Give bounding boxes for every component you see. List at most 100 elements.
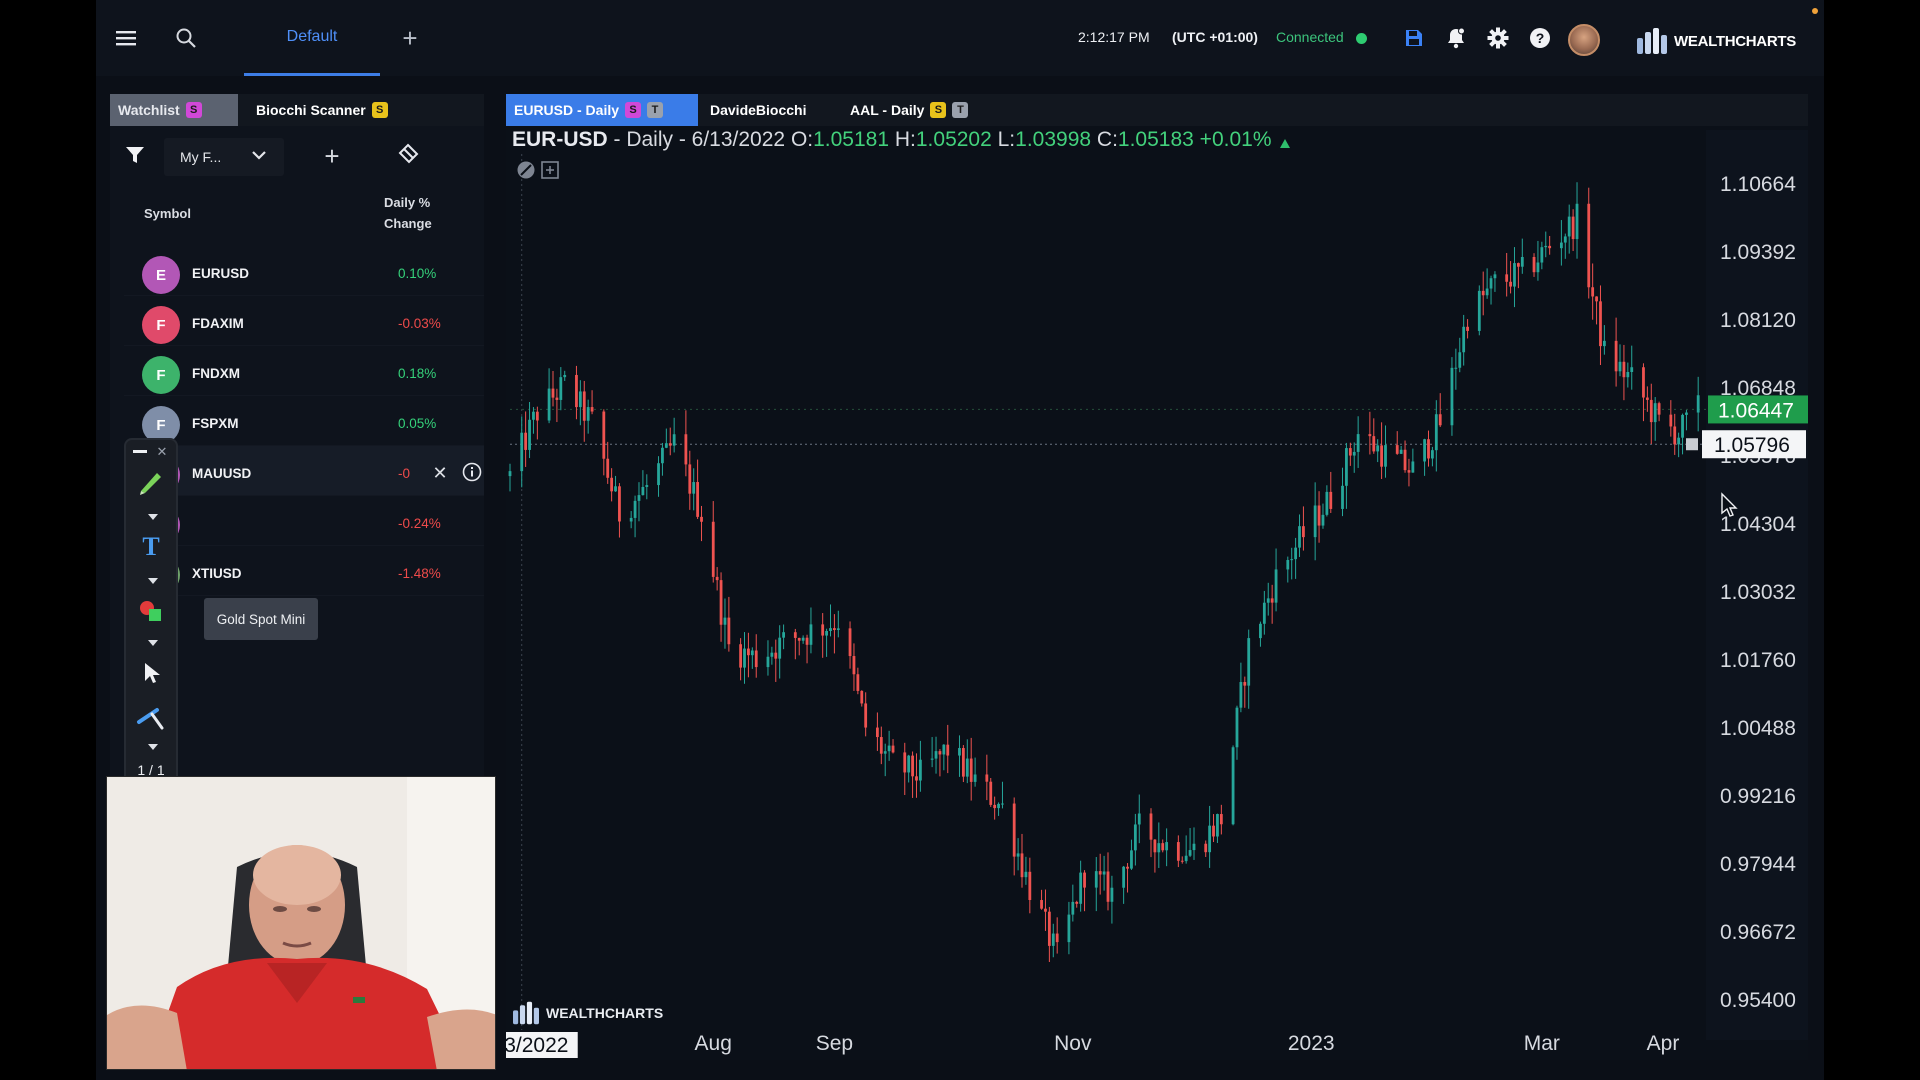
menu-icon[interactable] bbox=[110, 22, 142, 54]
text-options-caret-icon[interactable] bbox=[148, 578, 158, 584]
candle-body bbox=[1673, 426, 1677, 445]
candle-body bbox=[946, 744, 950, 756]
candle-body bbox=[1149, 813, 1153, 840]
candle-body bbox=[684, 434, 688, 465]
column-header-daily-change[interactable]: Daily % Change bbox=[384, 192, 454, 234]
close-toolbar-icon[interactable]: ✕ bbox=[152, 442, 172, 462]
hide-indicators-icon[interactable] bbox=[516, 160, 538, 182]
candle-body bbox=[1520, 256, 1524, 267]
column-header-symbol[interactable]: Symbol bbox=[144, 206, 191, 221]
filter-icon[interactable] bbox=[124, 144, 152, 172]
symbol-tooltip: Gold Spot Mini bbox=[204, 598, 318, 640]
candle-body bbox=[637, 495, 641, 501]
search-icon[interactable] bbox=[170, 22, 202, 54]
save-icon[interactable] bbox=[1398, 22, 1430, 54]
daily-change: 0.05% bbox=[398, 416, 437, 431]
highlighter-icon[interactable] bbox=[136, 468, 166, 498]
watchlist-row[interactable]: F FSPXM 0.05% bbox=[124, 396, 484, 446]
watchlist-row[interactable]: X XTIUSD -1.48% bbox=[124, 546, 484, 596]
watchlist-row[interactable]: F FDAXIM -0.03% bbox=[124, 296, 484, 346]
layout-tab-default[interactable]: Default bbox=[244, 0, 380, 76]
add-symbol-button[interactable]: + bbox=[316, 140, 348, 172]
candle-body bbox=[1630, 367, 1634, 373]
candle-body bbox=[766, 656, 770, 668]
watchlist-select[interactable]: My F... bbox=[164, 138, 284, 176]
watchlist-row[interactable]: F FNDXM 0.18% bbox=[124, 346, 484, 396]
candle-body bbox=[1395, 445, 1399, 454]
help-icon[interactable]: ? bbox=[1524, 22, 1556, 54]
price-chart[interactable]: 1.106641.093921.081201.068481.055761.043… bbox=[506, 94, 1808, 1060]
candle-body bbox=[1618, 361, 1622, 372]
candle-body bbox=[754, 650, 758, 668]
candle-body bbox=[645, 485, 649, 487]
candle-body bbox=[563, 374, 567, 378]
watermark-text: WEALTHCHARTS bbox=[546, 1005, 664, 1021]
chart-tab-aal-daily[interactable]: AAL - Daily S T bbox=[850, 94, 1000, 126]
remove-symbol-close-icon[interactable]: ✕ bbox=[430, 463, 450, 483]
candle-body bbox=[1290, 559, 1294, 561]
candle-body bbox=[1313, 505, 1317, 538]
candle-body bbox=[1384, 445, 1387, 467]
candle-body bbox=[508, 471, 512, 477]
shapes-options-caret-icon[interactable] bbox=[148, 640, 158, 646]
candle-body bbox=[793, 632, 797, 638]
chart-tabs: EURUSD - Daily S T DavideBiocchi AAL - D… bbox=[506, 94, 1808, 126]
candle-body bbox=[1622, 361, 1626, 378]
price-axis-tick-label: 1.08120 bbox=[1720, 309, 1796, 332]
tab-watchlist[interactable]: Watchlist S bbox=[110, 94, 238, 126]
candle-body bbox=[1516, 263, 1520, 267]
watchlist-row[interactable]: E EURUSD 0.10% bbox=[124, 246, 484, 296]
watchlist-header: Symbol Daily % Change bbox=[110, 192, 484, 238]
chart-tab-davidebiocchi[interactable]: DavideBiocchi bbox=[710, 94, 830, 126]
candle-body bbox=[883, 751, 887, 754]
line-options-caret-icon[interactable] bbox=[148, 744, 158, 750]
alerts-bell-icon[interactable] bbox=[1440, 22, 1472, 54]
minimize-toolbar-icon[interactable] bbox=[130, 442, 150, 462]
candle-body bbox=[1122, 866, 1126, 888]
timezone-label[interactable]: (UTC +01:00) bbox=[1172, 29, 1258, 45]
add-layout-button[interactable]: + bbox=[394, 22, 426, 54]
tab-scanner-label: Biocchi Scanner bbox=[256, 102, 366, 118]
price-axis-tick-label: 0.95400 bbox=[1720, 989, 1796, 1012]
candle-body bbox=[907, 755, 911, 773]
candle-body bbox=[801, 637, 805, 641]
candle-body bbox=[641, 486, 645, 496]
highlighter-options-caret-icon[interactable] bbox=[148, 514, 158, 520]
chart-tab-eurusd-daily[interactable]: EURUSD - Daily S T bbox=[506, 94, 698, 126]
tab-biocchi-scanner[interactable]: Biocchi Scanner S bbox=[248, 94, 398, 126]
candle-body bbox=[1591, 287, 1595, 297]
candle-body bbox=[1423, 439, 1426, 462]
settings-gear-icon[interactable] bbox=[1482, 22, 1514, 54]
svg-text:?: ? bbox=[1536, 30, 1545, 46]
eraser-icon[interactable] bbox=[396, 142, 428, 174]
candle-body bbox=[602, 411, 606, 459]
symbol-info-icon[interactable] bbox=[462, 462, 484, 484]
candle-body bbox=[590, 407, 594, 412]
candle-body bbox=[836, 628, 840, 631]
candle-body bbox=[1137, 813, 1141, 825]
candle-body bbox=[661, 447, 664, 464]
candle-body bbox=[1509, 281, 1512, 287]
candle-body bbox=[989, 781, 993, 805]
user-avatar[interactable] bbox=[1568, 24, 1600, 56]
candle-body bbox=[1016, 853, 1020, 857]
symbol-name: XTIUSD bbox=[192, 566, 242, 581]
candle-body bbox=[1044, 908, 1047, 912]
watchlist-row[interactable]: M MAUUSD -0 ✕ bbox=[124, 446, 484, 496]
text-tool-icon[interactable]: T bbox=[136, 532, 166, 562]
candle-body bbox=[1559, 242, 1563, 249]
candle-body bbox=[747, 648, 750, 656]
watchlist-row[interactable]: G -0.24% bbox=[124, 496, 484, 546]
line-tool-icon[interactable] bbox=[136, 702, 166, 732]
candle-body bbox=[1489, 278, 1493, 289]
price-axis-tick-label: 1.00488 bbox=[1720, 717, 1796, 740]
brand-logo: WEALTHCHARTS bbox=[1636, 24, 1796, 58]
shapes-icon[interactable] bbox=[136, 596, 166, 626]
candle-body bbox=[860, 690, 864, 704]
candle-body bbox=[1403, 449, 1407, 471]
candle-body bbox=[1567, 216, 1571, 237]
candle-body bbox=[559, 377, 563, 400]
add-indicator-icon[interactable] bbox=[540, 160, 562, 182]
pointer-cursor-icon[interactable] bbox=[136, 658, 166, 688]
candle-body bbox=[1180, 860, 1184, 862]
